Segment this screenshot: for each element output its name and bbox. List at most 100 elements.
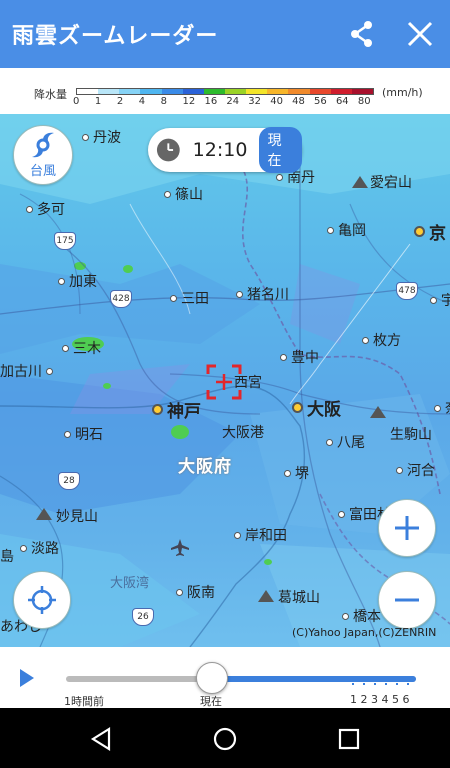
legend-color-swatch	[98, 89, 120, 94]
place-label: 淡路	[20, 538, 59, 558]
app-header: 雨雲ズームレーダー	[0, 0, 450, 68]
place-label: 加東	[58, 271, 97, 291]
zoom-out-button[interactable]	[378, 571, 436, 629]
crosshair-icon	[206, 364, 242, 400]
legend-color-swatch	[119, 89, 141, 94]
sea-label: 大阪湾	[110, 576, 150, 591]
precipitation-legend: 降水量 0 1 2 4 8 12 16 24 32 40 48 56 64 80 (mm/h)	[0, 68, 450, 114]
legend-tick-label: 40	[270, 96, 283, 107]
timeline-future-dots	[352, 683, 418, 687]
place-label: 妙見山	[56, 509, 98, 525]
app-root: 雨雲ズームレーダー 降水量 0 1 2 4 8 12 16 24 32 40 48 56 64 80 (m…	[0, 0, 450, 768]
legend-tick-label: 0	[73, 96, 80, 107]
place-label: 三木	[62, 338, 101, 358]
route-shield: 28	[58, 472, 80, 490]
legend-tick-label: 4	[138, 96, 146, 107]
place-label: 大阪港	[222, 425, 264, 441]
mountain-icon	[352, 176, 368, 188]
legend-color-swatch	[203, 89, 225, 94]
legend-color-swatch	[330, 89, 352, 94]
typhoon-button[interactable]: 台風	[13, 125, 73, 185]
recents-button[interactable]	[334, 724, 364, 754]
locate-button[interactable]	[13, 571, 71, 629]
route-shield: 26	[132, 608, 154, 626]
legend-color-swatch	[351, 89, 373, 94]
back-triangle-icon	[90, 727, 111, 751]
map-center-crosshair	[206, 364, 242, 400]
place-label: 島	[0, 549, 14, 565]
current-time-pill[interactable]: 12:10 現在	[148, 127, 302, 173]
place-label: 猪名川	[236, 284, 289, 304]
mountain-icon	[36, 508, 52, 520]
mountain-icon	[370, 406, 386, 418]
route-shield: 175	[54, 232, 76, 250]
place-label: 枚方	[362, 330, 401, 350]
place-label: 八尾	[326, 432, 365, 452]
place-label: 明石	[64, 424, 103, 444]
recents-square-icon	[338, 728, 360, 750]
play-button[interactable]	[20, 669, 34, 687]
prefecture-label: 大阪府	[178, 457, 232, 477]
radar-map[interactable]: 丹波 篠山 南丹 愛宕山 多可 亀岡 京 加東 三田 猪名川 宇 三木 枚方 加…	[0, 114, 450, 647]
timeline-forecast-fill	[212, 676, 416, 682]
back-button[interactable]	[86, 724, 116, 754]
legend-color-swatch	[77, 89, 99, 94]
close-icon	[407, 21, 433, 47]
place-label: 加古川	[0, 361, 53, 381]
place-label: 京	[414, 219, 446, 244]
place-label: 河合	[396, 460, 435, 480]
timeline-future-dot	[363, 683, 365, 685]
timeline-track[interactable]	[66, 676, 416, 682]
place-label: 生駒山	[390, 427, 432, 443]
route-shield: 428	[110, 290, 132, 308]
place-label: 宇	[430, 290, 450, 310]
legend-tick-label: 2	[116, 96, 124, 107]
zoom-in-button[interactable]	[378, 499, 436, 557]
plus-icon	[395, 516, 419, 540]
place-label: 葛城山	[278, 590, 320, 606]
legend-tick-label: 48	[292, 96, 305, 107]
legend-tick-label: 56	[314, 96, 327, 107]
timeline-now-label: 現在	[200, 695, 222, 708]
legend-tick-label: 1	[94, 96, 102, 107]
timeline-future-dot	[374, 683, 376, 685]
radar-timeline: 1時間前 現在 1 2 3 4 5 6	[0, 647, 450, 708]
share-icon	[351, 21, 372, 47]
timeline-future-dot	[385, 683, 387, 685]
legend-tick-label: 32	[248, 96, 262, 107]
close-button[interactable]	[400, 14, 440, 54]
legend-tick-label: 80	[357, 96, 371, 107]
legend-color-swatch	[182, 89, 204, 94]
place-label: 大阪	[292, 395, 341, 420]
place-label: 丹波	[82, 127, 121, 147]
legend-color-swatch	[309, 89, 331, 94]
home-button[interactable]	[210, 724, 240, 754]
legend-color-swatch	[161, 89, 183, 94]
mountain-icon	[258, 590, 274, 602]
timeline-future-labels: 1 2 3 4 5 6	[350, 693, 410, 706]
share-button[interactable]	[342, 14, 382, 54]
legend-color-bar	[76, 88, 374, 95]
legend-tick-label: 8	[160, 96, 168, 107]
legend-color-swatch	[140, 89, 162, 94]
legend-tick-label: 64	[335, 96, 349, 107]
place-label: 神戸	[152, 397, 201, 422]
legend-tick-label: 16	[204, 96, 218, 107]
place-label: 愛宕山	[370, 175, 412, 191]
system-navigation-bar	[0, 708, 450, 768]
timeline-slider-handle[interactable]	[196, 662, 228, 694]
place-label: 奈	[434, 398, 450, 418]
legend-color-swatch	[224, 89, 247, 94]
legend-unit: (mm/h)	[382, 86, 423, 99]
place-label: 岸和田	[234, 525, 287, 545]
minus-icon	[395, 598, 419, 602]
legend-tick-label: 24	[226, 96, 240, 107]
place-label: 三田	[170, 288, 209, 308]
timeline-future-dot	[352, 683, 354, 685]
timeline-future-dot	[407, 683, 409, 685]
legend-ticks: 0 1 2 4 8 12 16 24 32 40 48 56 64 80	[70, 96, 390, 110]
home-circle-icon	[213, 727, 237, 751]
route-shield: 478	[396, 282, 418, 300]
place-label: 亀岡	[327, 220, 366, 240]
place-label: 堺	[284, 463, 309, 483]
